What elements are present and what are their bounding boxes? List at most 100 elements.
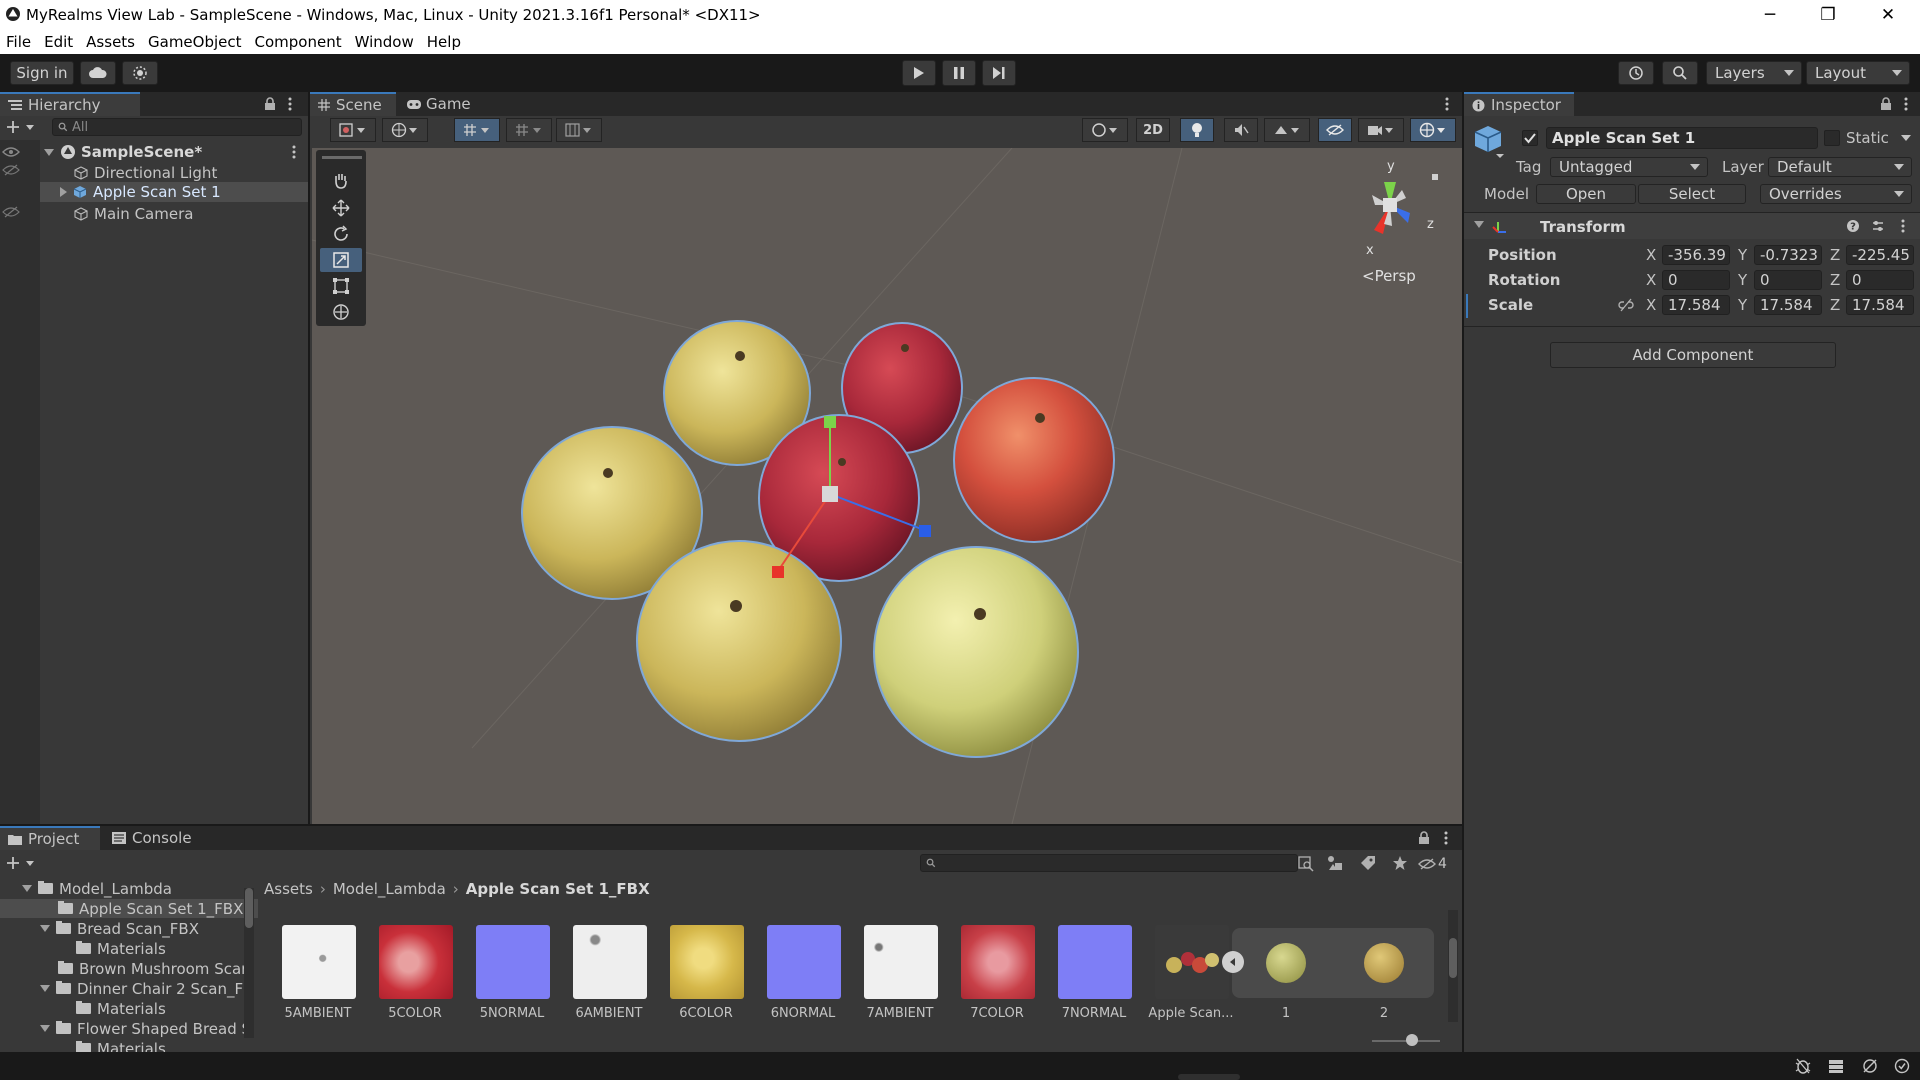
- expand-arrow-icon[interactable]: [40, 1025, 50, 1032]
- asset-thumbnail[interactable]: [573, 925, 647, 999]
- folder-tree-item[interactable]: Materials: [76, 999, 166, 1018]
- preset-icon[interactable]: [1871, 219, 1885, 233]
- tree-scrollbar[interactable]: [244, 888, 254, 1038]
- cloud-button[interactable]: [80, 61, 116, 85]
- search-by-type-icon[interactable]: [1298, 856, 1314, 872]
- folder-tree-item[interactable]: Brown Mushroom Scar: [58, 959, 247, 978]
- render-mode-button[interactable]: [1082, 118, 1128, 142]
- rotate-tool-button[interactable]: [325, 222, 357, 246]
- collab-button[interactable]: [122, 61, 158, 85]
- eye-hidden-icon[interactable]: [2, 206, 20, 218]
- asset-grid-scrollbar-thumb[interactable]: [1449, 938, 1457, 978]
- asset-thumbnail[interactable]: [864, 925, 938, 999]
- asset-thumbnail[interactable]: [1155, 925, 1229, 999]
- lighting-toggle-button[interactable]: [1180, 118, 1214, 142]
- asset-thumbnail[interactable]: [379, 925, 453, 999]
- hierarchy-item[interactable]: Main Camera: [74, 204, 193, 224]
- pause-button[interactable]: [942, 60, 976, 86]
- scene-viewport[interactable]: [312, 148, 1462, 824]
- hand-tool-button[interactable]: [325, 168, 357, 192]
- layout-dropdown[interactable]: Layout: [1806, 61, 1910, 85]
- rotation-y-field[interactable]: 0: [1754, 270, 1822, 290]
- lock-icon[interactable]: [1418, 831, 1430, 845]
- asset-thumbnail[interactable]: [476, 925, 550, 999]
- sub-asset-thumbnail[interactable]: [1364, 943, 1404, 983]
- favorite-star-icon[interactable]: [1392, 855, 1408, 871]
- eye-hidden-icon[interactable]: [2, 164, 20, 176]
- kebab-menu-icon[interactable]: [1445, 96, 1449, 112]
- help-icon[interactable]: ?: [1846, 219, 1860, 233]
- project-search-input[interactable]: [920, 854, 1298, 872]
- tool-palette-handle[interactable]: [322, 156, 362, 159]
- asset-thumbnail[interactable]: [1058, 925, 1132, 999]
- folder-tree-item[interactable]: Dinner Chair 2 Scan_FE: [40, 979, 253, 998]
- play-button[interactable]: [902, 60, 936, 86]
- cache-server-icon[interactable]: [1828, 1058, 1844, 1074]
- hierarchy-item[interactable]: Directional Light: [74, 163, 217, 183]
- object-name-field[interactable]: Apple Scan Set 1: [1546, 127, 1818, 149]
- transform-tool-button[interactable]: [325, 300, 357, 324]
- active-checkbox[interactable]: [1522, 130, 1538, 146]
- expand-arrow-icon[interactable]: [44, 148, 54, 156]
- layers-dropdown[interactable]: Layers: [1706, 61, 1802, 85]
- search-button[interactable]: [1662, 61, 1698, 85]
- unlink-icon[interactable]: [1618, 298, 1634, 312]
- folder-tree-item[interactable]: Materials: [76, 939, 166, 958]
- tag-dropdown[interactable]: Untagged: [1550, 157, 1708, 177]
- overrides-dropdown[interactable]: Overrides: [1760, 184, 1912, 204]
- add-component-button[interactable]: Add Component: [1550, 342, 1836, 368]
- folder-tree-item[interactable]: Model_Lambda: [22, 879, 172, 898]
- effects-button[interactable]: [1264, 118, 1310, 142]
- scene-visibility-button[interactable]: [1318, 118, 1352, 142]
- position-z-field[interactable]: -225.45: [1846, 245, 1914, 265]
- add-asset-button[interactable]: [6, 856, 34, 870]
- expand-arrow-icon[interactable]: [40, 985, 50, 992]
- tab-game[interactable]: Game: [398, 92, 478, 116]
- expand-arrow-icon[interactable]: [60, 187, 67, 197]
- menu-edit[interactable]: Edit: [44, 33, 73, 51]
- hidden-packages-toggle[interactable]: 4: [1418, 856, 1447, 872]
- rect-tool-button[interactable]: [325, 274, 357, 298]
- scale-x-field[interactable]: 17.584: [1662, 295, 1730, 315]
- global-local-button[interactable]: [382, 118, 428, 142]
- menu-assets[interactable]: Assets: [86, 33, 135, 51]
- debug-icon[interactable]: [1794, 1058, 1812, 1074]
- kebab-menu-icon[interactable]: [1444, 830, 1448, 846]
- tab-inspector[interactable]: Inspector: [1464, 92, 1574, 116]
- maximize-button[interactable]: ❐: [1800, 0, 1856, 30]
- thumbnail-size-slider-handle[interactable]: [1406, 1034, 1418, 1046]
- hierarchy-item-selected[interactable]: Apple Scan Set 1: [40, 182, 308, 202]
- breadcrumb-current[interactable]: Apple Scan Set 1_FBX: [466, 880, 650, 898]
- static-checkbox[interactable]: [1824, 130, 1840, 146]
- draw-mode-button[interactable]: [330, 118, 376, 142]
- status-check-icon[interactable]: [1894, 1058, 1910, 1074]
- scale-z-field[interactable]: 17.584: [1846, 295, 1914, 315]
- lock-icon[interactable]: [264, 97, 276, 111]
- kebab-menu-icon[interactable]: [1904, 96, 1908, 112]
- asset-thumbnail[interactable]: [670, 925, 744, 999]
- minimize-button[interactable]: ─: [1742, 0, 1798, 30]
- folder-tree-item[interactable]: Flower Shaped Bread S: [40, 1019, 251, 1038]
- breadcrumb-item[interactable]: Assets: [264, 880, 313, 898]
- tab-scene[interactable]: Scene: [310, 92, 396, 116]
- camera-settings-button[interactable]: [1358, 118, 1404, 142]
- move-tool-button[interactable]: [325, 196, 357, 220]
- eye-icon[interactable]: [2, 146, 20, 158]
- folder-tree-item[interactable]: Bread Scan_FBX: [40, 919, 199, 938]
- select-button[interactable]: Select: [1638, 184, 1746, 204]
- breadcrumb-item[interactable]: Model_Lambda: [333, 880, 446, 898]
- hierarchy-search-input[interactable]: All: [52, 118, 302, 136]
- asset-grid-scrollbar[interactable]: [1448, 910, 1458, 1022]
- position-y-field[interactable]: -0.7323: [1754, 245, 1822, 265]
- kebab-menu-icon[interactable]: [1901, 218, 1905, 234]
- grid-visibility-button[interactable]: [506, 118, 552, 142]
- tab-console[interactable]: Console: [104, 826, 204, 850]
- perspective-label[interactable]: <Persp: [1362, 267, 1416, 285]
- audio-toggle-button[interactable]: [1224, 118, 1258, 142]
- scale-tool-button[interactable]: [320, 248, 362, 272]
- add-button[interactable]: [6, 120, 34, 134]
- menu-help[interactable]: Help: [427, 33, 461, 51]
- expand-arrow-icon[interactable]: [40, 925, 50, 932]
- chevron-down-icon[interactable]: [1901, 135, 1911, 141]
- open-button[interactable]: Open: [1536, 184, 1636, 204]
